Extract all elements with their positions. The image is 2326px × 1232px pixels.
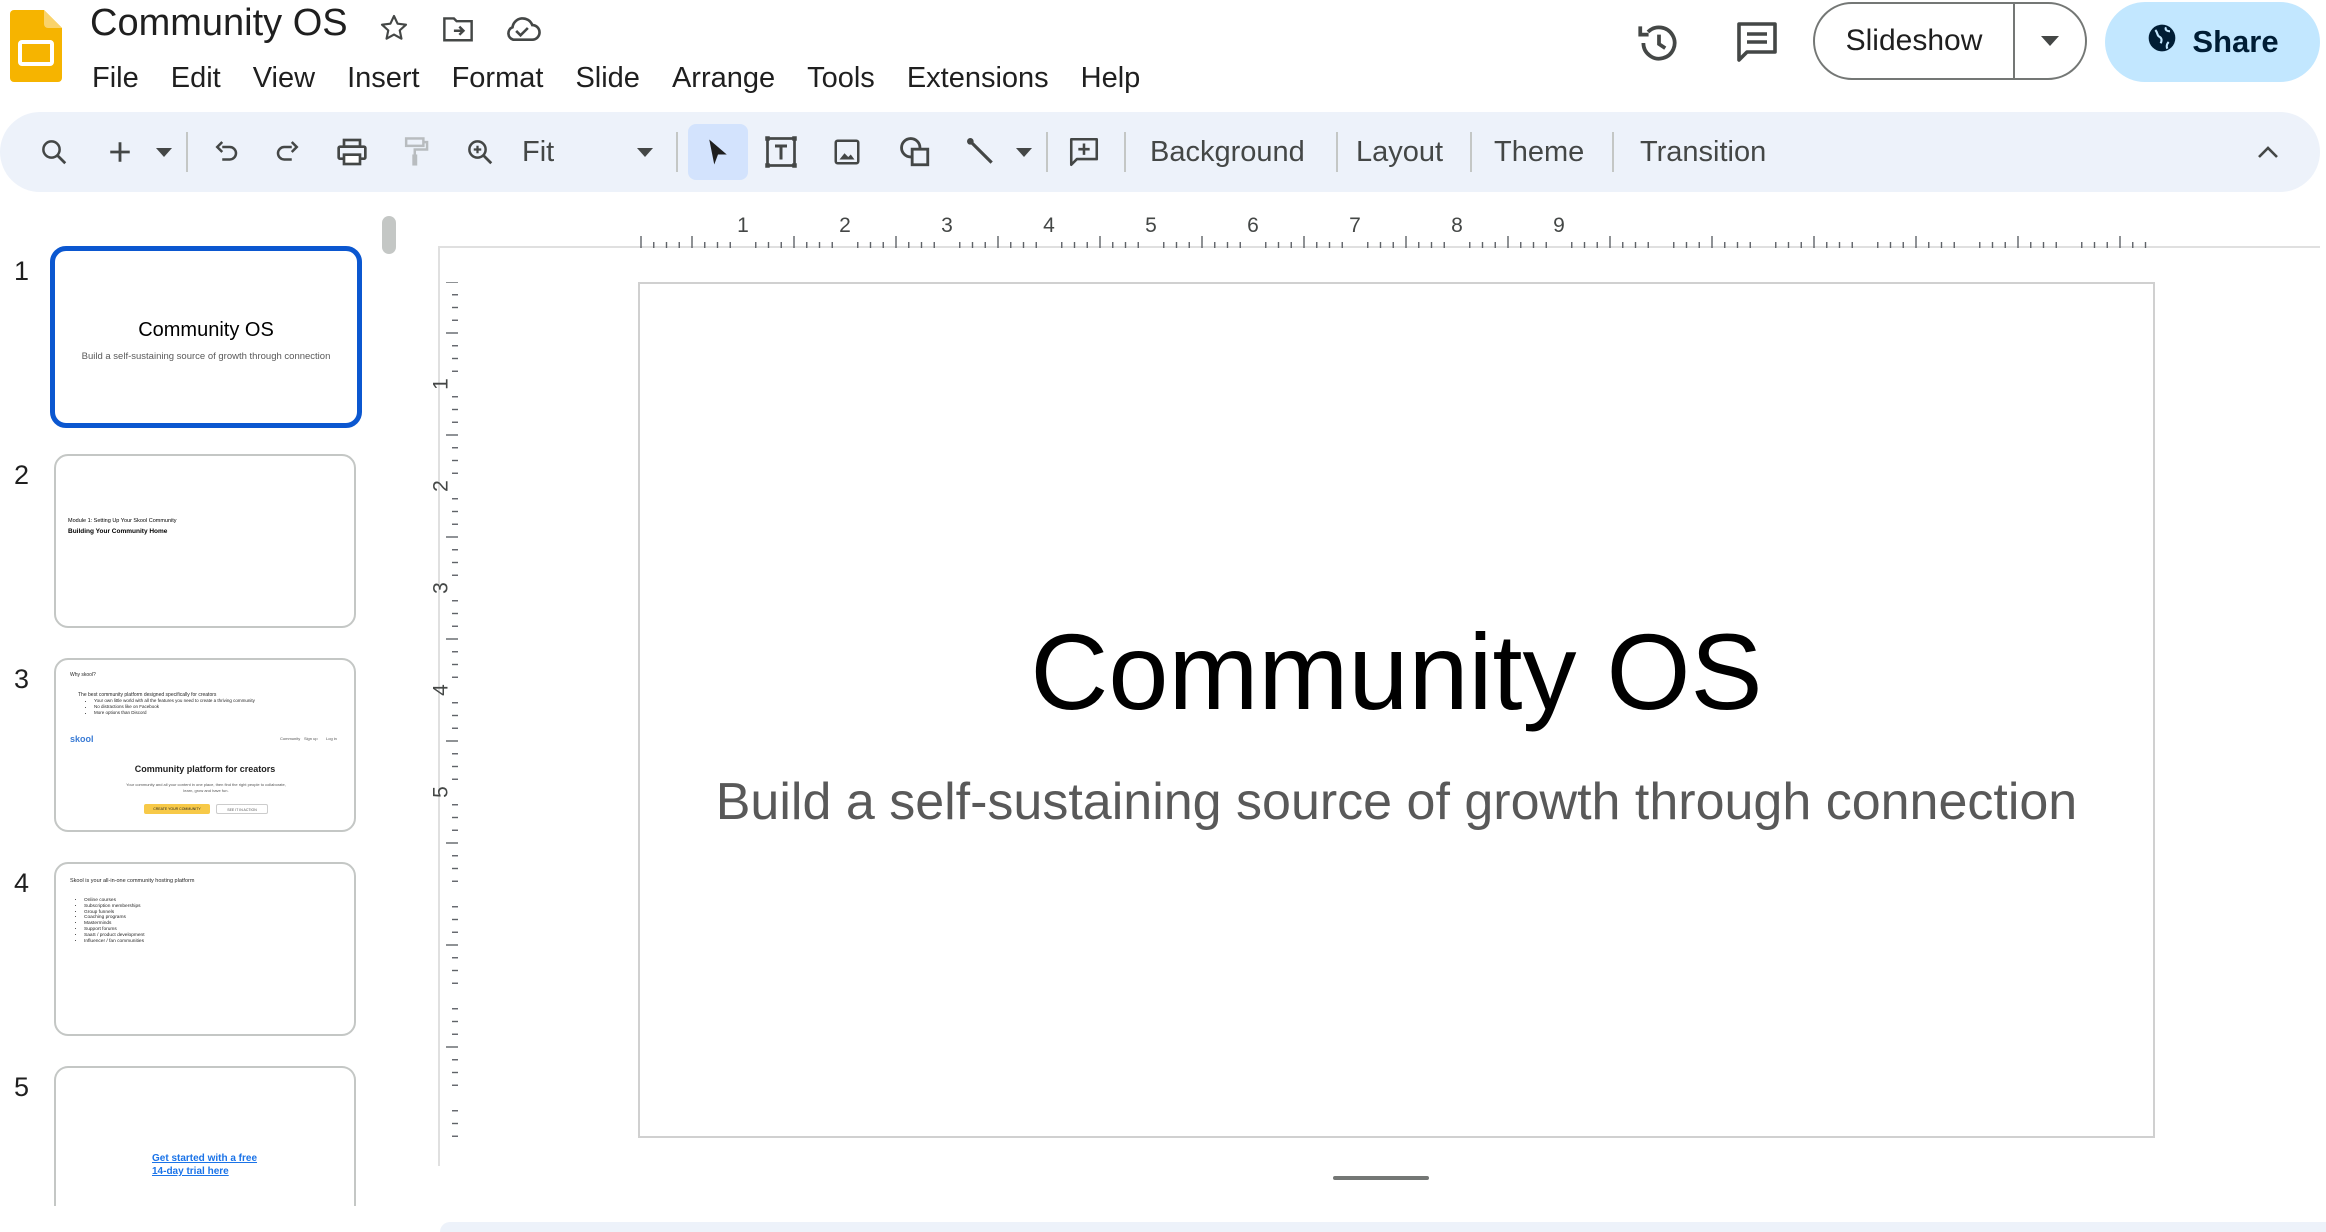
ruler-label: 5 (1145, 214, 1157, 237)
undo-icon[interactable] (206, 124, 246, 180)
menu-bar: File Edit View Insert Format Slide Arran… (80, 56, 1156, 100)
slide-thumbnail-1[interactable]: Community OS Build a self-sustaining sou… (50, 246, 362, 428)
ruler-label: 4 (430, 684, 453, 696)
ruler-label: 1 (737, 214, 749, 237)
ruler-label: 1 (430, 378, 453, 390)
speaker-notes-handle[interactable] (1333, 1176, 1429, 1180)
menu-help[interactable]: Help (1065, 56, 1157, 100)
thumb-title: Community OS (55, 319, 357, 342)
select-cursor-icon[interactable] (688, 124, 748, 180)
thumb-kicker: Why skool? (70, 672, 96, 678)
horizontal-ruler[interactable]: 1 2 3 4 5 6 7 8 9 (640, 214, 2154, 248)
thumb-nav: Community (280, 736, 300, 741)
history-icon[interactable] (1634, 18, 1684, 68)
slide-number: 2 (14, 460, 29, 491)
slide-number: 4 (14, 868, 29, 899)
slide-subtitle[interactable]: Build a self-sustaining source of growth… (640, 772, 2153, 832)
ruler-label: 6 (1247, 214, 1259, 237)
chevron-down-icon[interactable] (2015, 4, 2085, 78)
globe-icon (2146, 22, 2178, 62)
thumb-kicker: Module 1: Setting Up Your Skool Communit… (68, 518, 177, 524)
line-icon[interactable] (960, 124, 1002, 180)
background-button[interactable]: Background (1150, 124, 1305, 180)
document-title[interactable]: Community OS (90, 2, 348, 45)
shape-icon[interactable] (894, 124, 936, 180)
thumb-subtitle: Build a self-sustaining source of growth… (55, 351, 357, 362)
ruler-label: 3 (941, 214, 953, 237)
ruler-label: 4 (1043, 214, 1055, 237)
thumb-bullet: Influencer / fan communities (84, 939, 145, 945)
slide-thumbnail-5[interactable]: Get started with a free 14-day trial her… (54, 1066, 356, 1206)
redo-icon[interactable] (268, 124, 308, 180)
slides-logo[interactable] (10, 10, 62, 82)
share-button[interactable]: Share (2105, 2, 2320, 82)
thumb-title: Building Your Community Home (68, 528, 167, 535)
ruler-label: 3 (430, 582, 453, 594)
add-comment-icon[interactable] (1062, 124, 1106, 180)
thumb-nav: Log in (326, 736, 337, 741)
zoom-dropdown-icon[interactable] (630, 124, 660, 180)
slide-canvas[interactable]: Community OS Build a self-sustaining sou… (638, 282, 2155, 1138)
toolbar: Fit Background Layout Theme Transition (0, 112, 2320, 192)
layout-button[interactable]: Layout (1356, 124, 1443, 180)
thumb-nav: Sign up (304, 736, 318, 741)
text-box-icon[interactable] (760, 124, 802, 180)
bottom-panel-edge (440, 1222, 2326, 1232)
ruler-label: 7 (1349, 214, 1361, 237)
menu-arrange[interactable]: Arrange (656, 56, 791, 100)
thumb-link: Get started with a free 14-day trial her… (152, 1152, 262, 1178)
menu-extensions[interactable]: Extensions (891, 56, 1065, 100)
new-slide-icon[interactable] (100, 124, 140, 180)
cloud-saved-icon[interactable] (502, 8, 542, 48)
print-icon[interactable] (332, 124, 372, 180)
slide-thumbnail-3[interactable]: Why skool? The best community platform d… (54, 658, 356, 832)
slide-thumbnail-2[interactable]: Module 1: Setting Up Your Skool Communit… (54, 454, 356, 628)
menu-file[interactable]: File (80, 56, 155, 100)
ruler-label: 9 (1553, 214, 1565, 237)
slideshow-button-group: Slideshow (1813, 2, 2087, 80)
menu-tools[interactable]: Tools (791, 56, 891, 100)
new-slide-dropdown-icon[interactable] (150, 124, 178, 180)
theme-button[interactable]: Theme (1494, 124, 1584, 180)
star-icon[interactable] (374, 8, 414, 48)
thumb-headline: Community platform for creators (56, 764, 354, 774)
image-icon[interactable] (826, 124, 868, 180)
thumb-title: Skool is your all-in-one community hosti… (70, 878, 194, 884)
thumb-cta-primary: CREATE YOUR COMMUNITY (144, 804, 210, 814)
thumb-cta-secondary: SEE IT IN ACTION (216, 804, 268, 814)
vertical-ruler[interactable]: 1 2 3 4 5 (424, 282, 458, 1142)
thumb-brand: skool (70, 734, 94, 744)
thumb-bullet: SaaS / product development (84, 933, 145, 939)
ruler-label: 2 (839, 214, 851, 237)
slide-number: 3 (14, 664, 29, 695)
move-folder-icon[interactable] (438, 8, 478, 48)
slide-thumbnail-4[interactable]: Skool is your all-in-one community hosti… (54, 862, 356, 1036)
slide-title[interactable]: Community OS (640, 609, 2153, 734)
search-icon[interactable] (34, 124, 74, 180)
zoom-icon[interactable] (460, 124, 500, 180)
zoom-select[interactable]: Fit (522, 124, 582, 180)
ruler-label: 5 (430, 786, 453, 798)
filmstrip-scrollbar[interactable] (382, 216, 396, 254)
slide-number: 1 (14, 256, 29, 287)
menu-insert[interactable]: Insert (331, 56, 436, 100)
slideshow-button[interactable]: Slideshow (1815, 4, 2015, 78)
ruler-label: 8 (1451, 214, 1463, 237)
ruler-label: 2 (430, 480, 453, 492)
transition-button[interactable]: Transition (1640, 124, 1766, 180)
collapse-toolbar-icon[interactable] (2250, 124, 2286, 180)
thumb-body: Your community and all your content in o… (126, 782, 286, 794)
share-label: Share (2192, 24, 2278, 60)
thumb-bullet: Subscription memberships (84, 904, 145, 910)
menu-view[interactable]: View (237, 56, 331, 100)
line-dropdown-icon[interactable] (1010, 124, 1038, 180)
thumb-bullet: More options than Discord (94, 710, 255, 716)
slide-number: 5 (14, 1072, 29, 1103)
comments-icon[interactable] (1733, 18, 1783, 68)
paint-format-icon[interactable] (396, 124, 436, 180)
menu-format[interactable]: Format (436, 56, 560, 100)
menu-slide[interactable]: Slide (559, 56, 656, 100)
menu-edit[interactable]: Edit (155, 56, 237, 100)
